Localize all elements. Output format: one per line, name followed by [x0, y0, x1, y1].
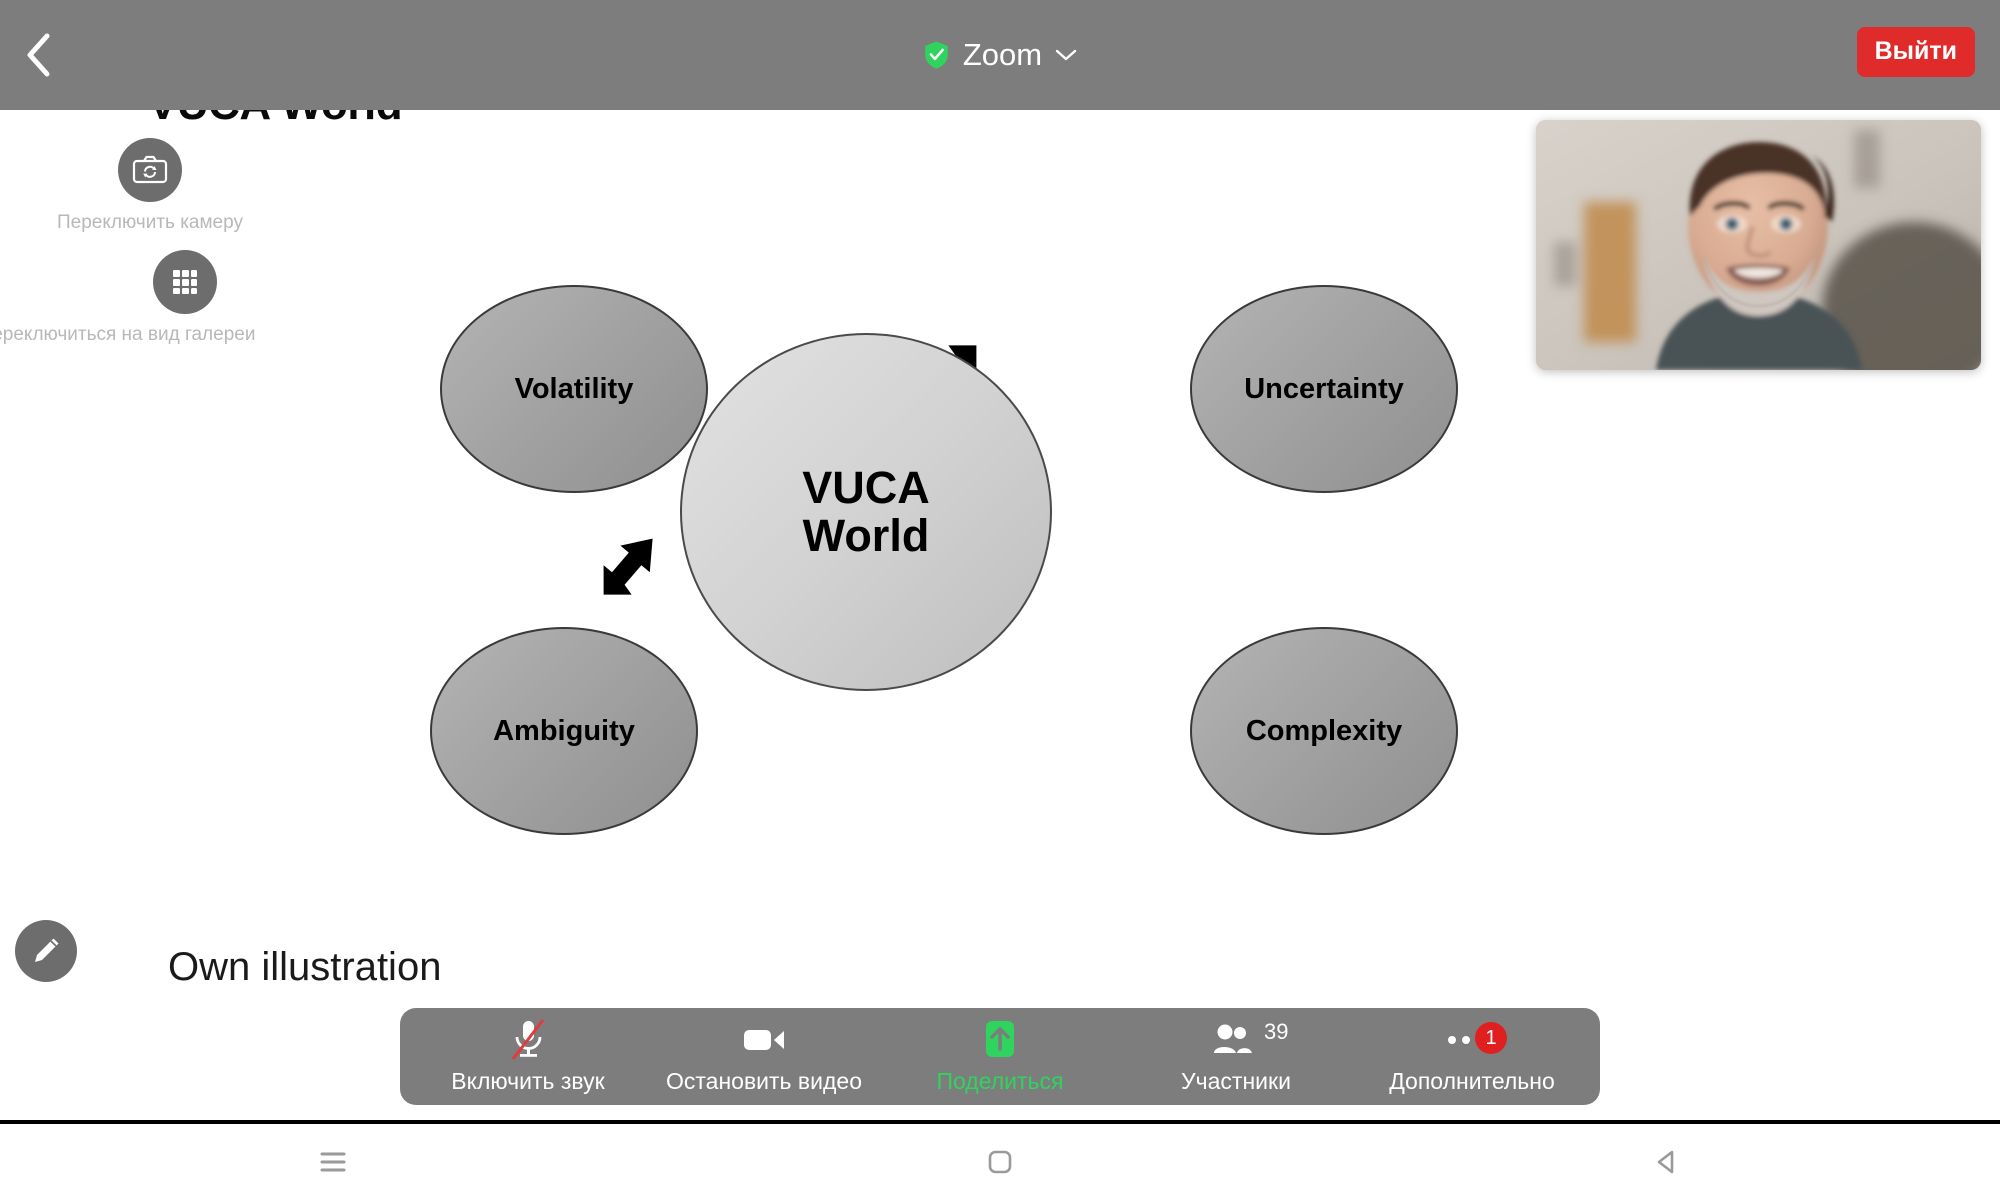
zoom-meeting-screen: VUCA World Volatility Uncertainty [0, 0, 2000, 1200]
home-square-icon [988, 1150, 1012, 1174]
microphone-muted-icon [511, 1019, 545, 1060]
node-label: Volatility [514, 372, 634, 405]
more-notification-badge: 1 [1475, 1022, 1507, 1054]
video-thumbnail-image [1536, 120, 1981, 370]
participants-count-badge: 39 [1264, 1019, 1289, 1044]
gallery-view-bubble [152, 250, 217, 314]
participants-icon [1214, 1024, 1252, 1053]
diagram-node-center: VUCA World [680, 333, 1052, 691]
meeting-toolbar: Включить звук Остановить видео Поделитьс… [400, 1008, 1600, 1105]
diagram-node-complexity: Complexity [1190, 627, 1458, 835]
share-icon-wrap [982, 1018, 1018, 1062]
gallery-view-control[interactable]: Переключиться на вид галереи [0, 250, 255, 346]
back-button[interactable] [14, 30, 64, 80]
switch-camera-bubble [118, 138, 182, 202]
switch-camera-icon [132, 155, 168, 184]
video-camera-icon [744, 1030, 784, 1050]
node-label: Uncertainty [1244, 372, 1404, 405]
arrow-down-left-icon [603, 538, 653, 595]
toolbar-unmute-label: Включить звук [451, 1068, 605, 1094]
more-icon-wrap: 1 [1445, 1018, 1507, 1062]
chevron-left-icon [27, 33, 50, 77]
toolbar-share-label: Поделиться [936, 1068, 1064, 1094]
center-label-line1: VUCA [802, 462, 930, 514]
mic-icon-wrap [507, 1018, 549, 1062]
slide-caption: Own illustration [168, 945, 442, 989]
diagram-node-volatility: Volatility [440, 285, 708, 493]
diagram-node-ambiguity: Ambiguity [430, 627, 698, 835]
grid-view-icon [172, 270, 197, 294]
nav-home-button[interactable] [667, 1148, 1334, 1176]
toolbar-participants-button[interactable]: 39 Участники [1131, 1018, 1341, 1095]
shield-check-icon [925, 41, 948, 69]
pencil-icon [35, 938, 59, 962]
gallery-view-label: Переключиться на вид галереи [0, 324, 256, 345]
participants-icon-wrap: 39 [1212, 1018, 1288, 1062]
recents-menu-icon [320, 1152, 346, 1172]
switch-camera-label: Переключить камеру [57, 212, 243, 233]
meeting-title: Zoom [962, 37, 1043, 72]
node-label: Ambiguity [493, 714, 635, 747]
toolbar-stop-video-label: Остановить видео [666, 1068, 862, 1094]
meeting-title-group: Zoom [0, 0, 2000, 110]
nav-recents-button[interactable] [0, 1149, 667, 1175]
nav-back-button[interactable] [1333, 1147, 2000, 1177]
toolbar-participants-label: Участники [1181, 1068, 1291, 1094]
node-label: Complexity [1245, 714, 1403, 747]
video-icon-wrap [741, 1018, 787, 1062]
center-label-line2: World [802, 510, 930, 561]
toolbar-stop-video-button[interactable]: Остановить видео [659, 1018, 869, 1095]
android-navigation-bar [0, 1124, 2000, 1200]
back-triangle-icon [1657, 1150, 1673, 1174]
meeting-top-bar: Zoom Выйти [0, 0, 2000, 110]
share-screen-icon [986, 1021, 1014, 1057]
chevron-down-icon [1055, 49, 1077, 61]
toolbar-share-button[interactable]: Поделиться [895, 1018, 1105, 1095]
toolbar-more-button[interactable]: 1 Дополнительно [1367, 1018, 1577, 1095]
toolbar-more-label: Дополнительно [1389, 1068, 1555, 1094]
switch-camera-control[interactable]: Переключить камеру [45, 138, 255, 234]
vuca-diagram: Volatility Uncertainty Ambiguity Complex… [430, 255, 1560, 835]
leave-meeting-button[interactable]: Выйти [1856, 27, 1975, 77]
self-view-video[interactable] [1536, 120, 1981, 370]
diagram-node-uncertainty: Uncertainty [1190, 285, 1458, 493]
annotate-button[interactable] [15, 920, 77, 982]
toolbar-unmute-button[interactable]: Включить звук [423, 1018, 633, 1095]
